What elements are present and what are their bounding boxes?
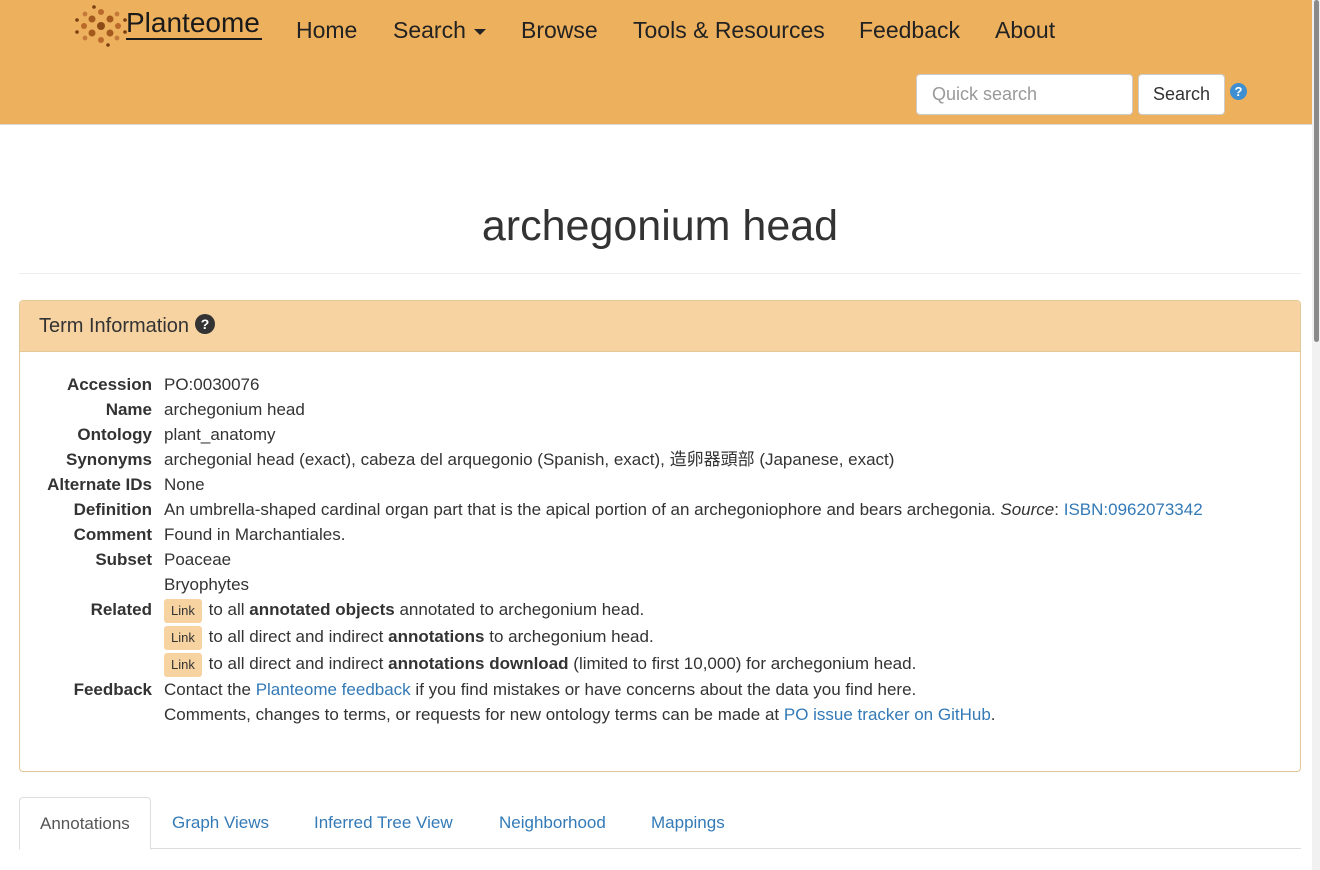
- nav-feedback[interactable]: Feedback: [859, 15, 960, 45]
- feedback-label: Feedback: [73, 680, 152, 699]
- subset-item: Bryophytes: [164, 575, 250, 594]
- synonyms-value: archegonial head (exact), cabeza del arq…: [164, 450, 895, 469]
- row-accession: Accession PO:0030076: [20, 372, 1300, 397]
- subset-values: Poaceae Bryophytes: [164, 547, 249, 597]
- feedback-text: if you find mistakes or have concerns ab…: [415, 680, 917, 699]
- related-item: Link to all annotated objects annotated …: [164, 596, 916, 623]
- subset-item: Poaceae: [164, 550, 232, 569]
- row-synonyms: Synonyms archegonial head (exact), cabez…: [20, 447, 1300, 472]
- row-related: Related Link to all annotated objects an…: [20, 597, 1300, 677]
- tab-mappings[interactable]: Mappings: [631, 797, 745, 849]
- nav-about[interactable]: About: [995, 15, 1055, 45]
- related-link-button[interactable]: Link: [164, 653, 202, 677]
- row-alternate-ids: Alternate IDs None: [20, 472, 1300, 497]
- ontology-label: Ontology: [77, 425, 152, 444]
- scrollbar-thumb[interactable]: [1314, 0, 1319, 342]
- po-issue-tracker-link[interactable]: PO issue tracker on GitHub: [784, 705, 991, 724]
- related-text-post: annotated to archegonium head.: [399, 600, 645, 619]
- definition-label: Definition: [73, 500, 152, 519]
- help-icon[interactable]: ?: [1230, 83, 1247, 100]
- alternate-ids-value: None: [164, 475, 205, 494]
- page-title: archegonium head: [481, 202, 839, 250]
- subset-label: Subset: [95, 550, 152, 569]
- panel-heading: Term Information ?: [20, 301, 1300, 352]
- feedback-text: .: [990, 705, 996, 724]
- row-feedback: Feedback Contact the Planteome feedback …: [20, 677, 1300, 727]
- ontology-value: plant_anatomy: [164, 425, 276, 444]
- related-text-post: to archegonium head.: [489, 627, 654, 646]
- feedback-text: Contact the: [164, 680, 251, 699]
- alternate-ids-label: Alternate IDs: [47, 475, 152, 494]
- source-isbn-link[interactable]: ISBN:0962073342: [1064, 500, 1203, 519]
- page-scrollbar[interactable]: [1312, 0, 1320, 870]
- definition-text: An umbrella-shaped cardinal organ part t…: [164, 500, 996, 519]
- related-values: Link to all annotated objects annotated …: [164, 597, 916, 677]
- name-value: archegonium head: [164, 400, 305, 419]
- term-details: Accession PO:0030076 Name archegonium he…: [20, 372, 1300, 727]
- caret-down-icon: [473, 28, 486, 35]
- nav-tools-resources[interactable]: Tools & Resources: [633, 15, 825, 45]
- related-text-pre: to all direct and indirect: [208, 627, 384, 646]
- feedback-text: Comments, changes to terms, or requests …: [164, 705, 780, 724]
- feedback-line-1: Contact the Planteome feedback if you fi…: [164, 677, 996, 702]
- tab-graph-views[interactable]: Graph Views: [152, 797, 289, 849]
- term-tabs: Annotations Graph Views Inferred Tree Vi…: [19, 797, 1301, 850]
- row-comment: Comment Found in Marchantiales.: [20, 522, 1300, 547]
- row-name: Name archegonium head: [20, 397, 1300, 422]
- feedback-line-2: Comments, changes to terms, or requests …: [164, 702, 996, 727]
- top-navbar: Planteome Home Search Browse Tools & Res…: [0, 0, 1312, 125]
- source-label: Source: [1000, 500, 1055, 519]
- related-text-pre: to all: [208, 600, 245, 619]
- term-information-panel: Term Information ? Accession PO:0030076 …: [19, 300, 1301, 772]
- nav-browse[interactable]: Browse: [521, 15, 598, 45]
- nav-home[interactable]: Home: [296, 15, 357, 45]
- tab-annotations[interactable]: Annotations: [19, 797, 151, 850]
- row-subset: Subset Poaceae Bryophytes: [20, 547, 1300, 597]
- related-text-post: (limited to first 10,000) for archegoniu…: [573, 654, 917, 673]
- related-text-bold: annotations: [388, 627, 485, 646]
- planteome-logo-icon: [75, 5, 127, 47]
- related-label: Related: [90, 600, 152, 619]
- planteome-logo-link[interactable]: Planteome: [72, 2, 268, 50]
- row-definition: Definition An umbrella-shaped cardinal o…: [20, 497, 1300, 522]
- title-divider: [19, 273, 1301, 274]
- name-label: Name: [105, 400, 152, 419]
- related-link-button[interactable]: Link: [164, 599, 202, 623]
- quick-search-input[interactable]: [916, 74, 1133, 115]
- related-item: Link to all direct and indirect annotati…: [164, 623, 916, 650]
- panel-title: Term Information: [39, 314, 190, 337]
- accession-value: PO:0030076: [164, 375, 260, 394]
- planteome-feedback-link[interactable]: Planteome feedback: [256, 680, 411, 699]
- comment-value: Found in Marchantiales.: [164, 525, 346, 544]
- tab-inferred-tree-view[interactable]: Inferred Tree View: [294, 797, 473, 849]
- nav-search-dropdown[interactable]: Search: [393, 15, 486, 45]
- search-button[interactable]: Search: [1138, 74, 1225, 115]
- related-item: Link to all direct and indirect annotati…: [164, 650, 916, 677]
- nav-search-label: Search: [393, 17, 466, 43]
- related-text-bold: annotations download: [388, 654, 569, 673]
- synonyms-label: Synonyms: [66, 450, 152, 469]
- accession-label: Accession: [66, 375, 152, 394]
- definition-value: An umbrella-shaped cardinal organ part t…: [164, 500, 1203, 519]
- brand-name: Planteome: [126, 7, 262, 40]
- comment-label: Comment: [73, 525, 152, 544]
- related-text-bold: annotated objects: [249, 600, 395, 619]
- question-circle-icon[interactable]: ?: [195, 314, 216, 334]
- related-text-pre: to all direct and indirect: [208, 654, 384, 673]
- feedback-values: Contact the Planteome feedback if you fi…: [164, 677, 996, 727]
- tab-neighborhood[interactable]: Neighborhood: [479, 797, 626, 849]
- related-link-button[interactable]: Link: [164, 626, 202, 650]
- row-ontology: Ontology plant_anatomy: [20, 422, 1300, 447]
